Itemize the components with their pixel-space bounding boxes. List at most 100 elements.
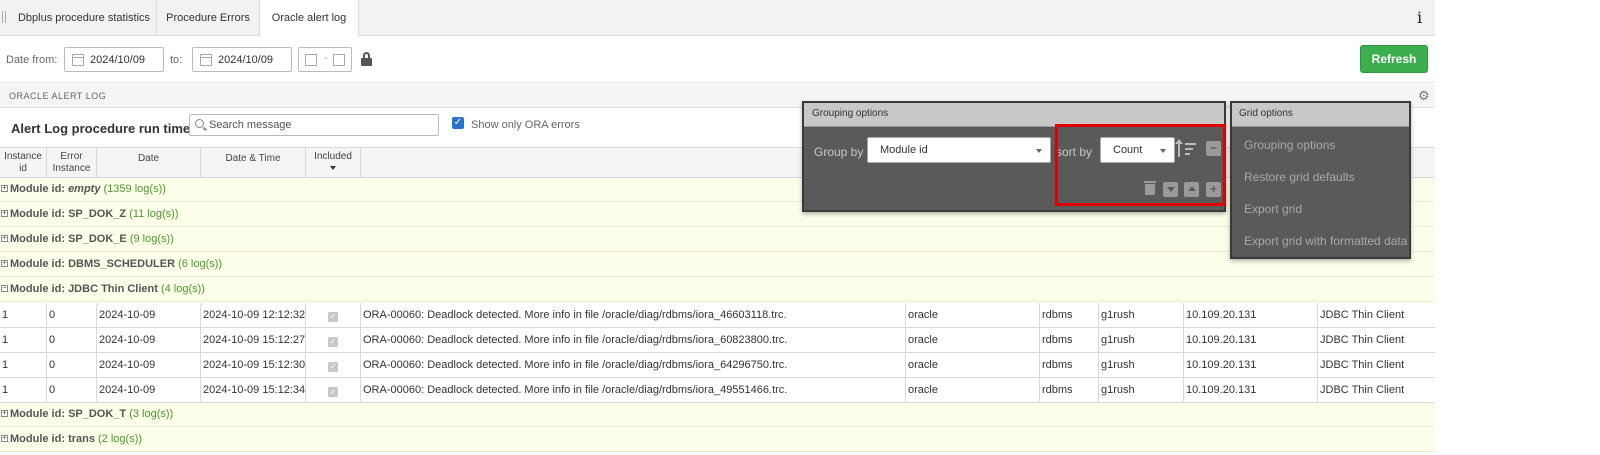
cell-host: g1rush: [1099, 303, 1184, 327]
gear-icon[interactable]: ⚙: [1418, 88, 1430, 104]
col-included[interactable]: Included: [306, 148, 361, 178]
tab-oracle-alert-log[interactable]: Oracle alert log: [260, 0, 359, 37]
group-prefix: Module id:: [10, 433, 65, 445]
table-row[interactable]: 1 0 2024-10-09 2024-10-09 15:12:34 ✓ ORA…: [0, 378, 1435, 403]
ora-errors-checkbox[interactable]: ✓: [452, 117, 464, 129]
group-row[interactable]: + Module id: SP_DOK_E (9 log(s)): [0, 228, 1435, 252]
unlock-icon[interactable]: [361, 52, 372, 67]
cell-date-time: 2024-10-09 15:12:34: [201, 378, 306, 402]
expand-icon[interactable]: +: [1, 185, 8, 192]
cell-product: rdbms: [1040, 303, 1099, 327]
date-to-field[interactable]: 2024/10/09: [192, 47, 292, 72]
cell-instance: 1: [0, 303, 47, 327]
cell-included: ✓: [306, 328, 361, 352]
cell-user: oracle: [906, 353, 1040, 377]
tab-procedure-errors[interactable]: Procedure Errors: [157, 0, 260, 36]
cell-product: rdbms: [1040, 353, 1099, 377]
cell-message: ORA-00060: Deadlock detected. More info …: [361, 353, 906, 377]
cell-ip: 10.109.20.131: [1184, 353, 1318, 377]
group-prefix: Module id:: [10, 183, 65, 195]
expand-icon[interactable]: +: [1, 260, 8, 267]
group-name: empty: [68, 183, 101, 195]
table-row[interactable]: 1 0 2024-10-09 2024-10-09 15:12:27 ✓ ORA…: [0, 328, 1435, 353]
cell-ip: 10.109.20.131: [1184, 378, 1318, 402]
calendar-icon: [72, 54, 84, 66]
cell-included: ✓: [306, 303, 361, 327]
cell-instance: 1: [0, 353, 47, 377]
cell-message: ORA-00060: Deadlock detected. More info …: [361, 328, 906, 352]
group-name: SP_DOK_Z: [68, 208, 127, 220]
cell-date-time: 2024-10-09 15:12:30: [201, 353, 306, 377]
collapse-icon[interactable]: −: [1, 285, 8, 292]
menu-item-export-grid[interactable]: Export grid: [1244, 202, 1302, 216]
menu-item-restore-grid-defaults[interactable]: Restore grid defaults: [1244, 170, 1355, 184]
date-range-button[interactable]: -: [298, 47, 352, 72]
included-checkbox[interactable]: ✓: [328, 362, 338, 372]
drag-handle-icon[interactable]: [2, 11, 10, 23]
expand-icon[interactable]: +: [1, 235, 8, 242]
tab-dbplus-procedure-statistics[interactable]: Dbplus procedure statistics: [12, 0, 157, 36]
col-instance-id[interactable]: Instance id: [0, 148, 47, 178]
cell-date: 2024-10-09: [97, 303, 201, 327]
cell-error-instance: 0: [47, 328, 97, 352]
range-dash: -: [324, 52, 328, 64]
ora-errors-label[interactable]: Show only ORA errors: [471, 119, 580, 131]
expand-icon[interactable]: +: [1, 210, 8, 217]
cell-user: oracle: [906, 328, 1040, 352]
highlight-box: [1055, 124, 1226, 206]
sort-desc-icon: [330, 166, 336, 170]
included-checkbox[interactable]: ✓: [328, 337, 338, 347]
expand-icon[interactable]: +: [1, 435, 8, 442]
col-error-instance[interactable]: Error Instance: [47, 148, 97, 178]
cell-date: 2024-10-09: [97, 328, 201, 352]
cell-included: ✓: [306, 378, 361, 402]
cell-host: g1rush: [1099, 378, 1184, 402]
cell-instance: 1: [0, 378, 47, 402]
cell-product: rdbms: [1040, 328, 1099, 352]
menu-item-grouping-options[interactable]: Grouping options: [1244, 138, 1335, 152]
group-row[interactable]: + Module id: SP_DOK_T (3 log(s)): [0, 403, 1435, 427]
col-date-time[interactable]: Date & Time: [201, 148, 306, 178]
info-icon[interactable]: i: [1417, 8, 1422, 27]
cell-date-time: 2024-10-09 12:12:32: [201, 303, 306, 327]
cell-host: g1rush: [1099, 353, 1184, 377]
group-name: JDBC Thin Client: [68, 283, 158, 295]
included-checkbox[interactable]: ✓: [328, 387, 338, 397]
group-row[interactable]: − Module id: JDBC Thin Client (4 log(s)): [0, 278, 1435, 302]
table-row[interactable]: 1 0 2024-10-09 2024-10-09 15:12:30 ✓ ORA…: [0, 353, 1435, 378]
cell-user: oracle: [906, 303, 1040, 327]
search-input[interactable]: [209, 117, 434, 133]
cell-instance: 1: [0, 328, 47, 352]
cell-ip: 10.109.20.131: [1184, 328, 1318, 352]
group-row[interactable]: + Module id: DBMS_SCHEDULER (6 log(s)): [0, 253, 1435, 277]
search-icon: [195, 119, 204, 128]
search-box[interactable]: [189, 114, 439, 136]
cell-module: JDBC Thin Client: [1320, 384, 1405, 396]
group-count: (11 log(s)): [129, 208, 179, 220]
refresh-button[interactable]: Refresh: [1360, 45, 1428, 73]
date-from-value: 2024/10/09: [90, 54, 146, 66]
table-row[interactable]: 1 0 2024-10-09 2024-10-09 12:12:32 ✓ ORA…: [0, 303, 1435, 328]
included-checkbox[interactable]: ✓: [328, 312, 338, 322]
group-by-select[interactable]: Module id: [867, 137, 1051, 163]
col-date[interactable]: Date: [97, 148, 201, 178]
group-prefix: Module id:: [10, 233, 65, 245]
cell-error-instance: 0: [47, 378, 97, 402]
group-name: DBMS_SCHEDULER: [68, 258, 176, 270]
group-count: (6 log(s)): [178, 258, 223, 270]
group-row[interactable]: + Module id: trans (2 log(s)): [0, 428, 1435, 452]
date-from-field[interactable]: 2024/10/09: [64, 47, 164, 72]
cell-module: JDBC Thin Client: [1320, 309, 1405, 321]
menu-item-export-grid-formatted[interactable]: Export grid with formatted data: [1244, 234, 1407, 248]
chevron-down-icon: [1036, 149, 1042, 153]
group-name: SP_DOK_E: [68, 233, 127, 245]
group-name: SP_DOK_T: [68, 408, 127, 420]
date-filter-bar: Date from: 2024/10/09 to: 2024/10/09 - R…: [0, 37, 1435, 83]
calendar-icon: [200, 54, 212, 66]
group-prefix: Module id:: [10, 408, 65, 420]
expand-icon[interactable]: +: [1, 410, 8, 417]
cell-date: 2024-10-09: [97, 353, 201, 377]
group-by-label: Group by: [814, 145, 864, 159]
cell-user: oracle: [906, 378, 1040, 402]
grid-options-title: Grid options: [1232, 103, 1409, 127]
